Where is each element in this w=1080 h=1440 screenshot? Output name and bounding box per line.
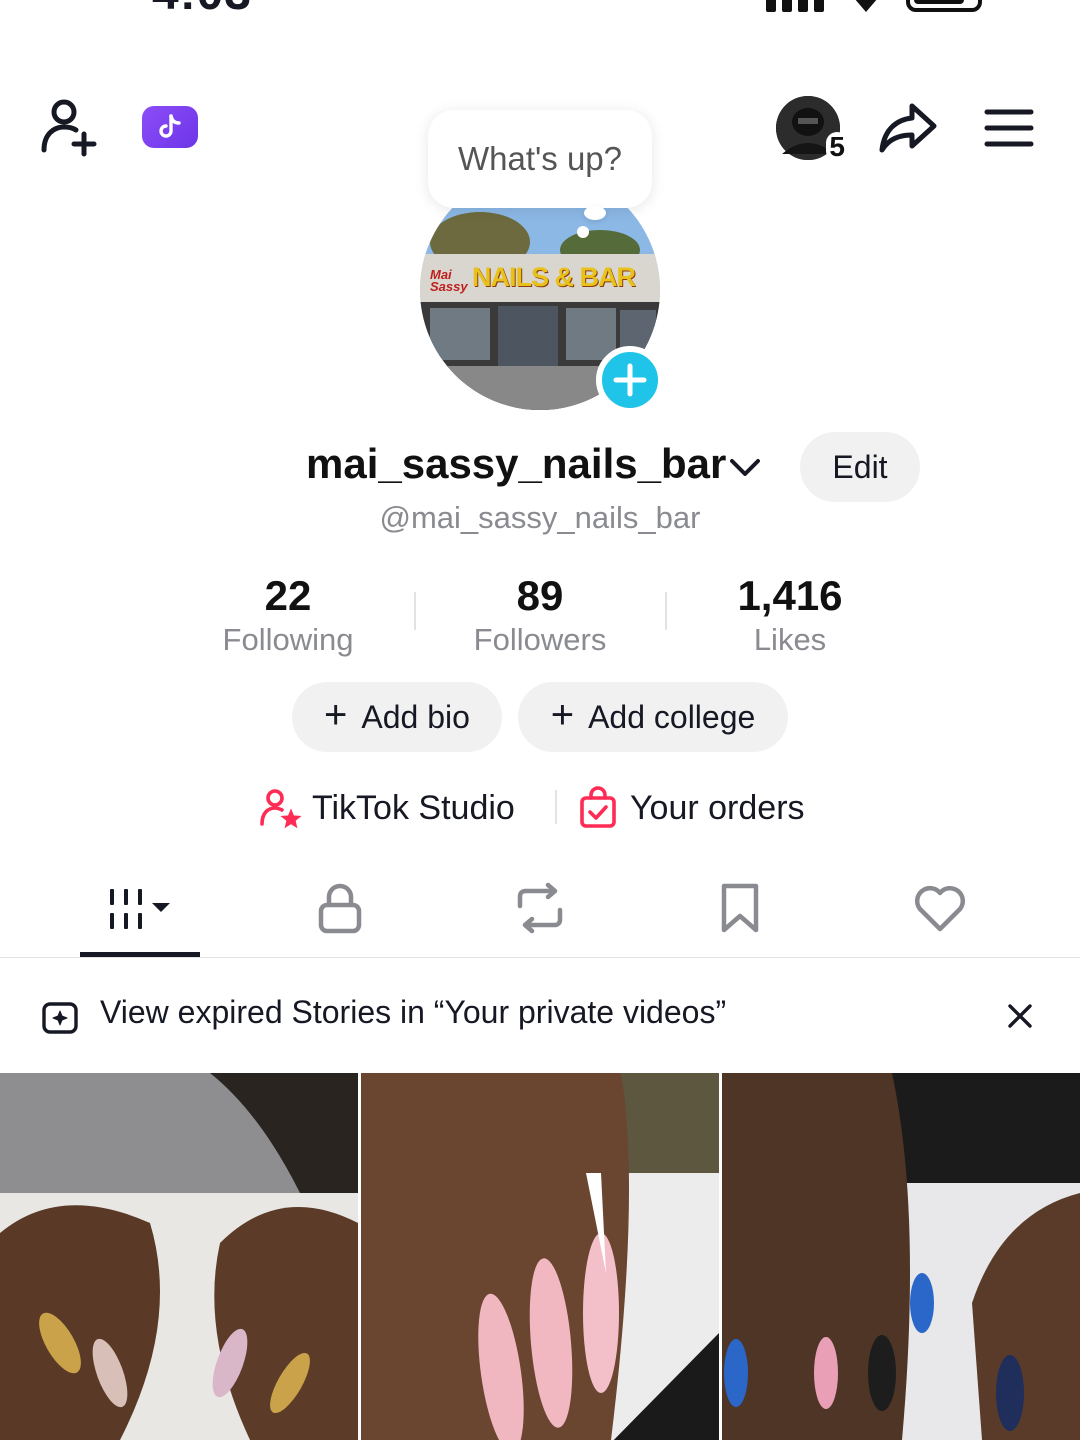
story-avatar-button[interactable]: 5 xyxy=(776,96,848,162)
add-college-label: Add college xyxy=(588,698,756,735)
heart-icon xyxy=(914,885,966,932)
edit-profile-button[interactable]: Edit xyxy=(800,432,920,502)
bookmark-icon xyxy=(721,883,759,933)
menu-button[interactable] xyxy=(980,100,1038,156)
tab-liked[interactable] xyxy=(880,872,1000,944)
add-bio-button[interactable]: + Add bio xyxy=(292,682,502,752)
grid-icon xyxy=(110,889,170,929)
avatar-sign-main: NAILS & BAR xyxy=(472,262,636,292)
stat-value: 22 xyxy=(264,572,312,619)
video-thumbnail[interactable] xyxy=(0,1073,358,1440)
your-orders-link[interactable]: Your orders xyxy=(576,780,805,836)
studio-icon xyxy=(258,786,302,830)
add-friend-button[interactable] xyxy=(38,96,102,160)
shopping-bag-icon xyxy=(576,786,620,830)
link-divider xyxy=(555,790,557,824)
tab-private[interactable] xyxy=(280,872,400,944)
stat-divider xyxy=(665,592,667,630)
stat-following[interactable]: 22 Following xyxy=(168,572,408,660)
profile-handle: @mai_sassy_nails_bar xyxy=(379,500,701,535)
lock-icon xyxy=(318,883,362,934)
tiktok-studio-label: TikTok Studio xyxy=(312,788,515,827)
stat-likes[interactable]: 1,416 Likes xyxy=(670,572,910,660)
battery-icon xyxy=(906,0,982,12)
status-bubble-text: What's up? xyxy=(457,140,623,177)
story-add-icon xyxy=(42,1002,78,1034)
nails-photo xyxy=(0,1073,358,1440)
tiktok-icon xyxy=(159,114,181,138)
share-arrow-icon xyxy=(879,103,937,153)
stat-value: 1,416 xyxy=(737,572,843,619)
avatar-sign: Mai Sassy NAILS & BAR xyxy=(430,262,636,294)
add-user-icon xyxy=(41,99,97,157)
hamburger-menu-icon xyxy=(984,109,1034,147)
status-time: 4:03 xyxy=(152,0,252,21)
stat-followers[interactable]: 89 Followers xyxy=(420,572,660,660)
bubble-tail xyxy=(584,206,606,220)
plus-icon: + xyxy=(324,693,348,737)
share-button[interactable] xyxy=(876,96,940,160)
add-college-button[interactable]: + Add college xyxy=(518,682,788,752)
tab-favorites[interactable] xyxy=(680,872,800,944)
stat-value: 89 xyxy=(516,572,564,619)
close-icon[interactable] xyxy=(1000,996,1040,1036)
chevron-down-icon[interactable] xyxy=(728,452,762,482)
add-story-button[interactable] xyxy=(596,346,664,414)
stat-divider xyxy=(414,592,416,630)
wifi-icon xyxy=(855,0,877,12)
notice-text: View expired Stories in “Your private vi… xyxy=(100,994,727,1030)
story-count-badge: 5 xyxy=(826,132,848,162)
repost-icon xyxy=(517,882,563,934)
stat-label: Following xyxy=(222,622,354,657)
add-bio-label: Add bio xyxy=(361,698,470,735)
avatar-sign-small: Mai Sassy xyxy=(430,267,468,294)
tiktok-badge-button[interactable] xyxy=(142,106,198,148)
tiktok-studio-link[interactable]: TikTok Studio xyxy=(258,780,515,836)
video-thumbnail[interactable] xyxy=(361,1073,719,1440)
stat-label: Followers xyxy=(473,622,607,657)
your-orders-label: Your orders xyxy=(630,788,805,827)
stat-label: Likes xyxy=(753,622,827,657)
expired-stories-notice[interactable]: View expired Stories in “Your private vi… xyxy=(0,958,1080,1072)
status-bubble[interactable]: What's up? xyxy=(428,110,652,208)
tab-reposts[interactable] xyxy=(480,872,600,944)
nails-photo xyxy=(722,1073,1080,1440)
tab-videos[interactable] xyxy=(80,872,200,944)
username[interactable]: mai_sassy_nails_bar xyxy=(306,440,726,488)
video-thumbnail[interactable] xyxy=(722,1073,1080,1440)
plus-icon xyxy=(613,363,647,397)
bubble-tail-dot xyxy=(577,226,589,238)
signal-icon xyxy=(766,0,824,12)
nails-photo xyxy=(361,1073,719,1440)
plus-icon: + xyxy=(550,693,575,737)
